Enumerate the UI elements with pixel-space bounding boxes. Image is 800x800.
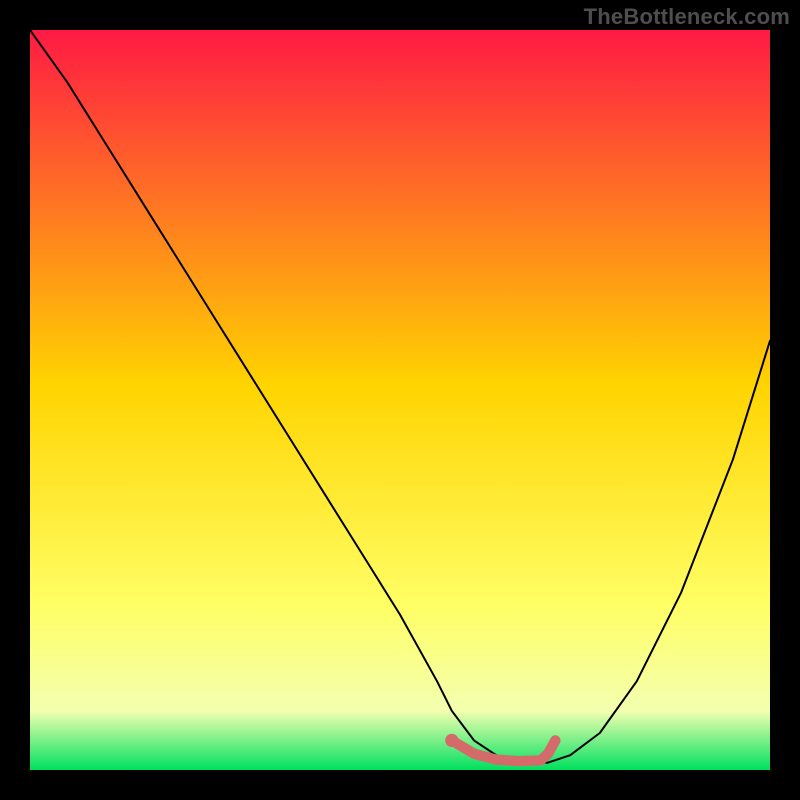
chart-svg xyxy=(30,30,770,770)
chart-frame: TheBottleneck.com xyxy=(0,0,800,800)
plot-area xyxy=(30,30,770,770)
watermark-text: TheBottleneck.com xyxy=(584,4,790,30)
optimal-range-start-dot xyxy=(445,734,458,747)
gradient-background xyxy=(30,30,770,770)
